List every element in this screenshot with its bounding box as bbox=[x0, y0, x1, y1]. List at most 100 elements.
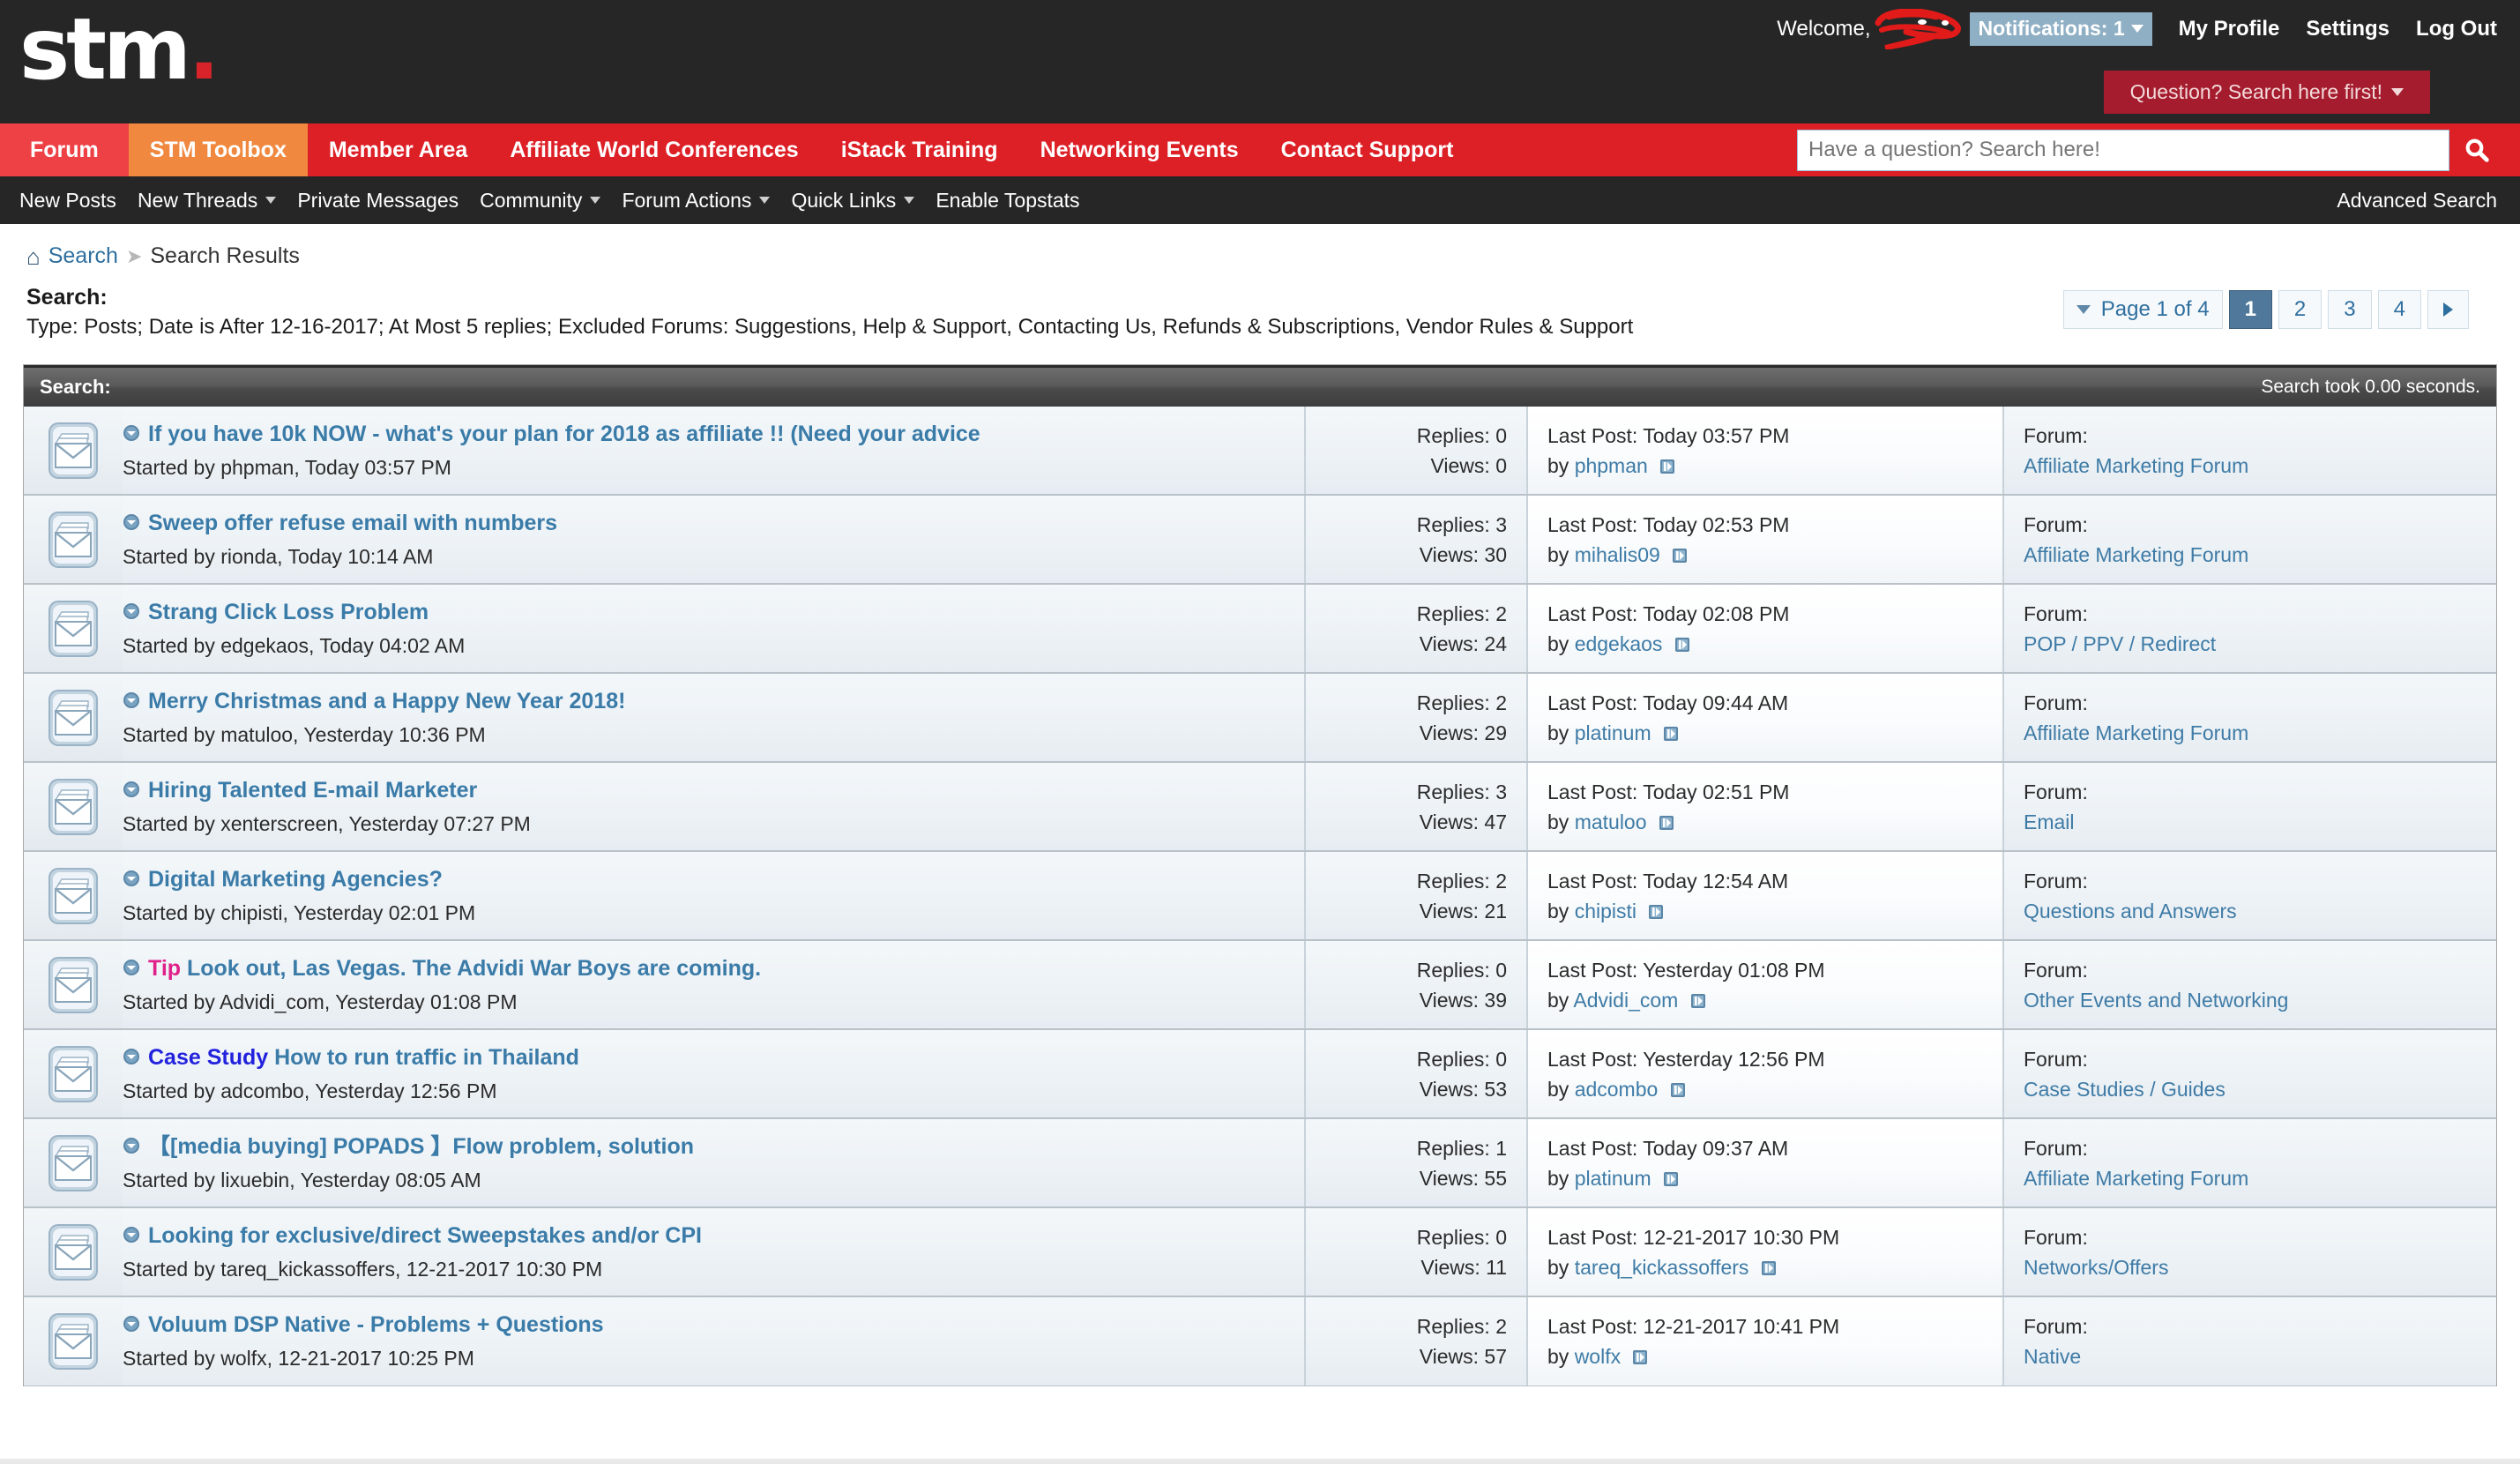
nav-item-contact-support[interactable]: Contact Support bbox=[1260, 123, 1475, 176]
thread-title-link[interactable]: Sweep offer refuse email with numbers bbox=[148, 510, 557, 537]
site-logo[interactable]: stm. bbox=[19, 7, 220, 92]
settings-link[interactable]: Settings bbox=[2306, 17, 2390, 41]
thread-title-line: Hiring Talented E-mail Marketer bbox=[123, 777, 1295, 804]
thread-last-post-author-link[interactable]: phpman bbox=[1575, 454, 1648, 477]
thread-title-link[interactable]: Digital Marketing Agencies? bbox=[148, 866, 443, 893]
thread-title-link[interactable]: If you have 10k NOW - what's your plan f… bbox=[148, 421, 980, 448]
thread-last-post-author-link[interactable]: wolfx bbox=[1575, 1345, 1621, 1368]
nav-item-istack-training[interactable]: iStack Training bbox=[820, 123, 1019, 176]
pagination-page-2[interactable]: 2 bbox=[2278, 290, 2322, 329]
pagination-next-button[interactable] bbox=[2427, 290, 2469, 329]
pagination-page-3[interactable]: 3 bbox=[2328, 290, 2372, 329]
thread-forum-link[interactable]: Networks/Offers bbox=[2024, 1256, 2168, 1279]
subnav-item-new-threads[interactable]: New Threads bbox=[138, 189, 277, 213]
breadcrumb: ⌂ Search ➤ Search Results bbox=[0, 224, 2520, 269]
search-input[interactable] bbox=[1797, 129, 2449, 171]
thread-views: Views: 24 bbox=[1419, 632, 1507, 656]
subnav-label: Private Messages bbox=[297, 188, 459, 212]
thread-forum-link[interactable]: Email bbox=[2024, 810, 2075, 833]
thread-title-link[interactable]: Voluum DSP Native - Problems + Questions bbox=[148, 1311, 604, 1339]
thread-forum-link[interactable]: POP / PPV / Redirect bbox=[2024, 632, 2216, 655]
thread-forum-link[interactable]: Affiliate Marketing Forum bbox=[2024, 454, 2248, 477]
thread-title-line: 【[media buying] POPADS 】Flow problem, so… bbox=[123, 1133, 1295, 1161]
nav-item-stm-toolbox[interactable]: STM Toolbox bbox=[128, 123, 308, 176]
search-result-row[interactable]: Merry Christmas and a Happy New Year 201… bbox=[24, 674, 2496, 763]
thread-forum-link[interactable]: Affiliate Marketing Forum bbox=[2024, 1167, 2248, 1190]
thread-replies: Replies: 3 bbox=[1416, 513, 1507, 536]
question-search-button[interactable]: Question? Search here first! bbox=[2103, 71, 2430, 114]
thread-last-post-author-line: by tareq_kickassoffers bbox=[1547, 1252, 1992, 1282]
thread-title-link[interactable]: Merry Christmas and a Happy New Year 201… bbox=[148, 688, 625, 715]
search-submit-button[interactable] bbox=[2449, 129, 2504, 171]
thread-last-post-author-link[interactable]: platinum bbox=[1575, 721, 1651, 744]
subnav-item-forum-actions[interactable]: Forum Actions bbox=[622, 189, 771, 213]
subnav-item-private-messages[interactable]: Private Messages bbox=[297, 189, 459, 213]
my-profile-link[interactable]: My Profile bbox=[2179, 17, 2280, 41]
pagination-page-1[interactable]: 1 bbox=[2228, 290, 2272, 329]
thread-last-post-cell: Last Post: 12-21-2017 10:41 PM by wolfx bbox=[1526, 1297, 2002, 1386]
thread-title-link[interactable]: 【[media buying] POPADS 】Flow problem, so… bbox=[148, 1133, 694, 1161]
thread-forum-link[interactable]: Affiliate Marketing Forum bbox=[2024, 721, 2248, 744]
nav-item-affiliate-world-conferences[interactable]: Affiliate World Conferences bbox=[488, 123, 819, 176]
search-result-row[interactable]: Looking for exclusive/direct Sweepstakes… bbox=[24, 1208, 2496, 1297]
thread-stats-cell: Replies: 1 Views: 55 bbox=[1304, 1119, 1526, 1206]
thread-info-cell: Digital Marketing Agencies? Started by c… bbox=[123, 852, 1304, 939]
nav-item-member-area[interactable]: Member Area bbox=[308, 123, 488, 176]
thread-status-icon-cell bbox=[24, 496, 123, 583]
thread-title-link[interactable]: Tip Look out, Las Vegas. The Advidi War … bbox=[148, 955, 761, 982]
thread-views: Views: 57 bbox=[1419, 1345, 1507, 1369]
pagination-page-4[interactable]: 4 bbox=[2377, 290, 2421, 329]
subnav-item-quick-links[interactable]: Quick Links bbox=[791, 189, 915, 213]
thread-replies: Replies: 0 bbox=[1416, 1048, 1507, 1071]
thread-info-cell: Merry Christmas and a Happy New Year 201… bbox=[123, 674, 1304, 761]
home-icon[interactable]: ⌂ bbox=[26, 245, 41, 268]
thread-title-link[interactable]: Case Study How to run traffic in Thailan… bbox=[148, 1044, 579, 1072]
thread-last-post-author-link[interactable]: mihalis09 bbox=[1575, 543, 1660, 566]
thread-forum-link[interactable]: Other Events and Networking bbox=[2024, 989, 2288, 1012]
nav-item-networking-events[interactable]: Networking Events bbox=[1019, 123, 1260, 176]
thread-views: Views: 0 bbox=[1430, 454, 1507, 478]
thread-forum-label: Forum: bbox=[2024, 781, 2088, 803]
search-results-header: Search: Search took 0.00 seconds. bbox=[24, 365, 2496, 407]
subnav-item-new-posts[interactable]: New Posts bbox=[19, 189, 116, 213]
thread-info-cell: Tip Look out, Las Vegas. The Advidi War … bbox=[123, 941, 1304, 1028]
thread-stats-cell: Replies: 2 Views: 29 bbox=[1304, 674, 1526, 761]
search-result-row[interactable]: 【[media buying] POPADS 】Flow problem, so… bbox=[24, 1119, 2496, 1208]
thread-last-post-author-link[interactable]: matuloo bbox=[1575, 810, 1647, 833]
thread-title-link[interactable]: Hiring Talented E-mail Marketer bbox=[148, 777, 477, 804]
breadcrumb-search-link[interactable]: Search bbox=[48, 243, 118, 269]
thread-title-link[interactable]: Looking for exclusive/direct Sweepstakes… bbox=[148, 1222, 702, 1250]
thread-title-link[interactable]: Strang Click Loss Problem bbox=[148, 599, 429, 626]
advanced-search-link[interactable]: Advanced Search bbox=[2337, 189, 2497, 213]
thread-last-post-author-link[interactable]: Advidi_com bbox=[1573, 989, 1678, 1012]
thread-forum-link[interactable]: Questions and Answers bbox=[2024, 900, 2237, 922]
search-result-row[interactable]: If you have 10k NOW - what's your plan f… bbox=[24, 407, 2496, 496]
notifications-button[interactable]: Notifications: 1 bbox=[1969, 12, 2152, 46]
thread-replies: Replies: 0 bbox=[1416, 959, 1507, 982]
pagination-page-menu[interactable]: Page 1 of 4 bbox=[2062, 290, 2223, 329]
thread-last-post-author-link[interactable]: adcombo bbox=[1575, 1078, 1659, 1101]
thread-last-post-author-link[interactable]: chipisti bbox=[1575, 900, 1637, 922]
thread-last-post-author-line: by wolfx bbox=[1547, 1341, 1992, 1371]
subnav-item-community[interactable]: Community bbox=[480, 189, 601, 213]
subnav-item-enable-topstats[interactable]: Enable Topstats bbox=[936, 189, 1079, 213]
search-result-row[interactable]: Strang Click Loss Problem Started by edg… bbox=[24, 585, 2496, 674]
thread-views: Views: 29 bbox=[1419, 721, 1507, 745]
username-redaction-scribble bbox=[1871, 9, 1973, 49]
thread-last-post-time: Last Post: Today 09:37 AM bbox=[1547, 1137, 1789, 1160]
thread-last-post-author-link[interactable]: edgekaos bbox=[1575, 632, 1663, 655]
search-result-row[interactable]: Voluum DSP Native - Problems + Questions… bbox=[24, 1297, 2496, 1386]
nav-item-forum[interactable]: Forum bbox=[0, 123, 129, 176]
chevron-down-icon bbox=[2391, 88, 2404, 96]
thread-forum-link[interactable]: Native bbox=[2024, 1345, 2081, 1368]
search-result-row[interactable]: Hiring Talented E-mail Marketer Started … bbox=[24, 763, 2496, 852]
search-result-row[interactable]: Case Study How to run traffic in Thailan… bbox=[24, 1030, 2496, 1119]
search-result-row[interactable]: Sweep offer refuse email with numbers St… bbox=[24, 496, 2496, 585]
thread-last-post-author-link[interactable]: tareq_kickassoffers bbox=[1575, 1256, 1749, 1279]
search-result-row[interactable]: Digital Marketing Agencies? Started by c… bbox=[24, 852, 2496, 941]
search-result-row[interactable]: Tip Look out, Las Vegas. The Advidi War … bbox=[24, 941, 2496, 1030]
thread-forum-link[interactable]: Case Studies / Guides bbox=[2024, 1078, 2226, 1101]
thread-last-post-author-link[interactable]: platinum bbox=[1575, 1167, 1651, 1190]
thread-forum-link[interactable]: Affiliate Marketing Forum bbox=[2024, 543, 2248, 566]
logout-link[interactable]: Log Out bbox=[2416, 17, 2497, 41]
